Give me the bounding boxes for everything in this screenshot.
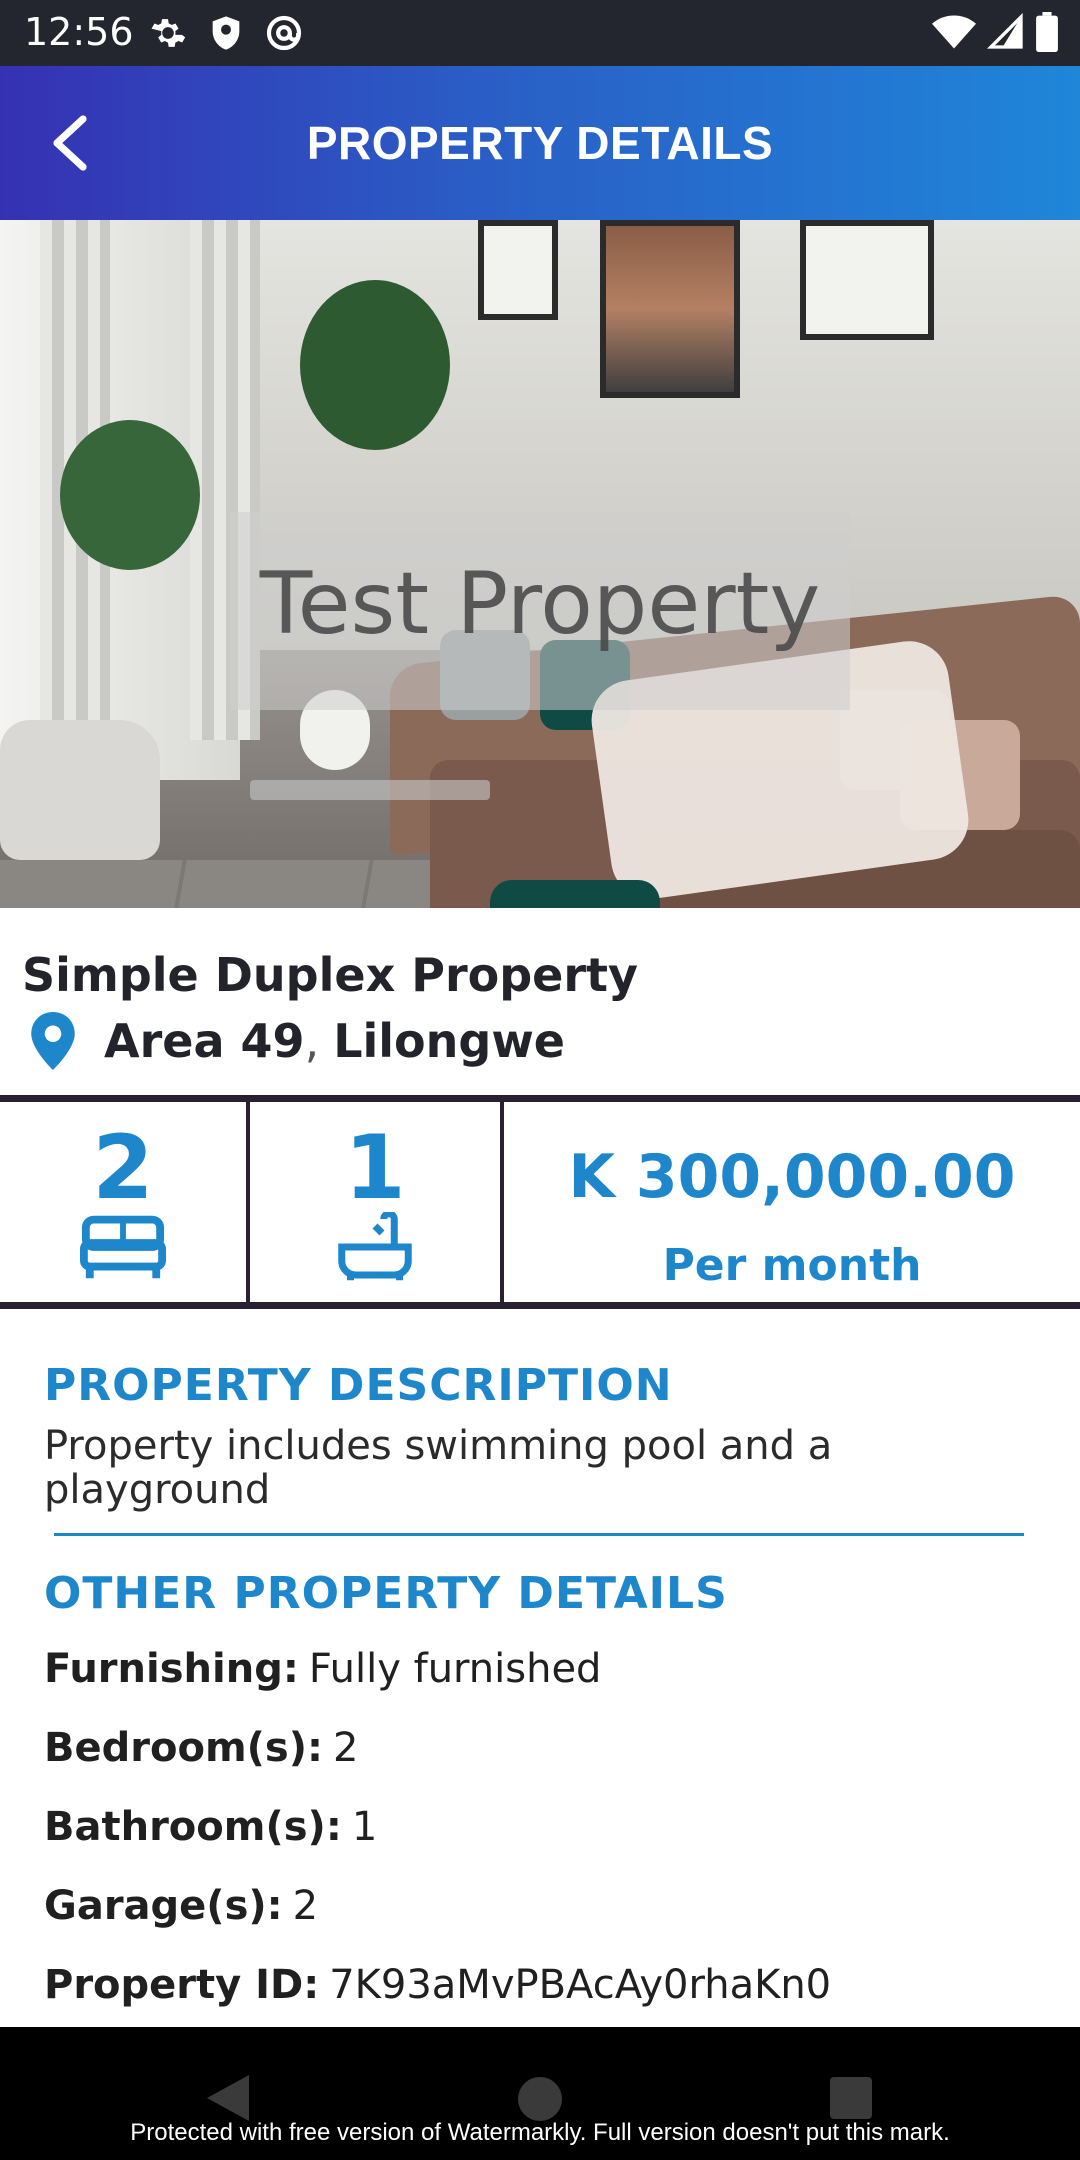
property-location: Area 49, Lilongwe xyxy=(28,1012,565,1070)
status-time: 12:56 xyxy=(24,10,134,54)
description-heading: PROPERTY DESCRIPTION xyxy=(44,1360,673,1411)
settings-icon xyxy=(151,19,186,47)
image-watermark: Test Property xyxy=(259,554,821,654)
price-period: Per month xyxy=(662,1240,922,1291)
property-image[interactable]: Test Property xyxy=(0,220,1080,908)
bed-icon xyxy=(80,1215,166,1279)
watermark-notice: Protected with free version of Watermark… xyxy=(130,2119,950,2146)
detail-value: 2 xyxy=(332,1725,359,1771)
detail-label: Bathroom(s): xyxy=(44,1804,342,1850)
price-value: K 300,000.00 xyxy=(568,1142,1016,1212)
detail-value: 7K93aMvPBAcAy0rhaKn0 xyxy=(329,1962,832,2008)
detail-value: 2 xyxy=(292,1883,319,1929)
app-bar: PROPERTY DETAILS xyxy=(0,66,1080,220)
detail-label: Furnishing: xyxy=(44,1646,299,1692)
bathtub-icon xyxy=(338,1212,412,1281)
system-nav-bar: Protected with free version of Watermark… xyxy=(0,2027,1080,2160)
detail-row-bedrooms: Bedroom(s): 2 xyxy=(44,1725,358,1771)
detail-label: Bedroom(s): xyxy=(44,1725,323,1771)
location-separator: , xyxy=(304,1014,320,1068)
nav-recents-icon[interactable] xyxy=(830,2077,872,2119)
page-title: PROPERTY DETAILS xyxy=(306,117,774,169)
bedrooms-count: 2 xyxy=(92,1116,154,1219)
location-city: Lilongwe xyxy=(333,1014,566,1068)
property-stats: 2 1 K 300,000.00 Per month xyxy=(0,1095,1080,1309)
price-stat: K 300,000.00 Per month xyxy=(504,1102,1080,1302)
status-icons-right xyxy=(932,12,1058,52)
property-name: Simple Duplex Property xyxy=(22,948,639,1002)
detail-value: 1 xyxy=(351,1804,378,1850)
bathrooms-count: 1 xyxy=(344,1116,406,1219)
detail-row-garages: Garage(s): 2 xyxy=(44,1883,318,1929)
other-details-heading: OTHER PROPERTY DETAILS xyxy=(44,1568,728,1619)
nav-back-icon[interactable] xyxy=(205,2073,251,2123)
at-sign-icon xyxy=(266,15,302,51)
detail-row-property-id: Property ID: 7K93aMvPBAcAy0rhaKn0 xyxy=(44,1962,831,2008)
detail-value: Fully furnished xyxy=(308,1646,602,1692)
status-bar: 12:56 xyxy=(0,0,1080,66)
detail-label: Property ID: xyxy=(44,1962,320,2008)
location-pin-icon xyxy=(31,1012,75,1070)
signal-icon xyxy=(986,12,1023,49)
shield-icon xyxy=(212,16,240,50)
location-area: Area 49 xyxy=(104,1014,305,1068)
description-text: Property includes swimming pool and a pl… xyxy=(44,1423,833,1513)
nav-home-icon[interactable] xyxy=(518,2077,562,2121)
status-icons-left xyxy=(148,13,304,53)
bedrooms-stat: 2 xyxy=(0,1102,250,1302)
detail-label: Garage(s): xyxy=(44,1883,283,1929)
detail-row-furnishing: Furnishing: Fully furnished xyxy=(44,1646,601,1692)
battery-icon xyxy=(1036,12,1058,52)
bathrooms-stat: 1 xyxy=(250,1102,504,1302)
wifi-icon xyxy=(932,15,976,49)
section-divider xyxy=(54,1533,1024,1536)
detail-row-bathrooms: Bathroom(s): 1 xyxy=(44,1804,377,1850)
